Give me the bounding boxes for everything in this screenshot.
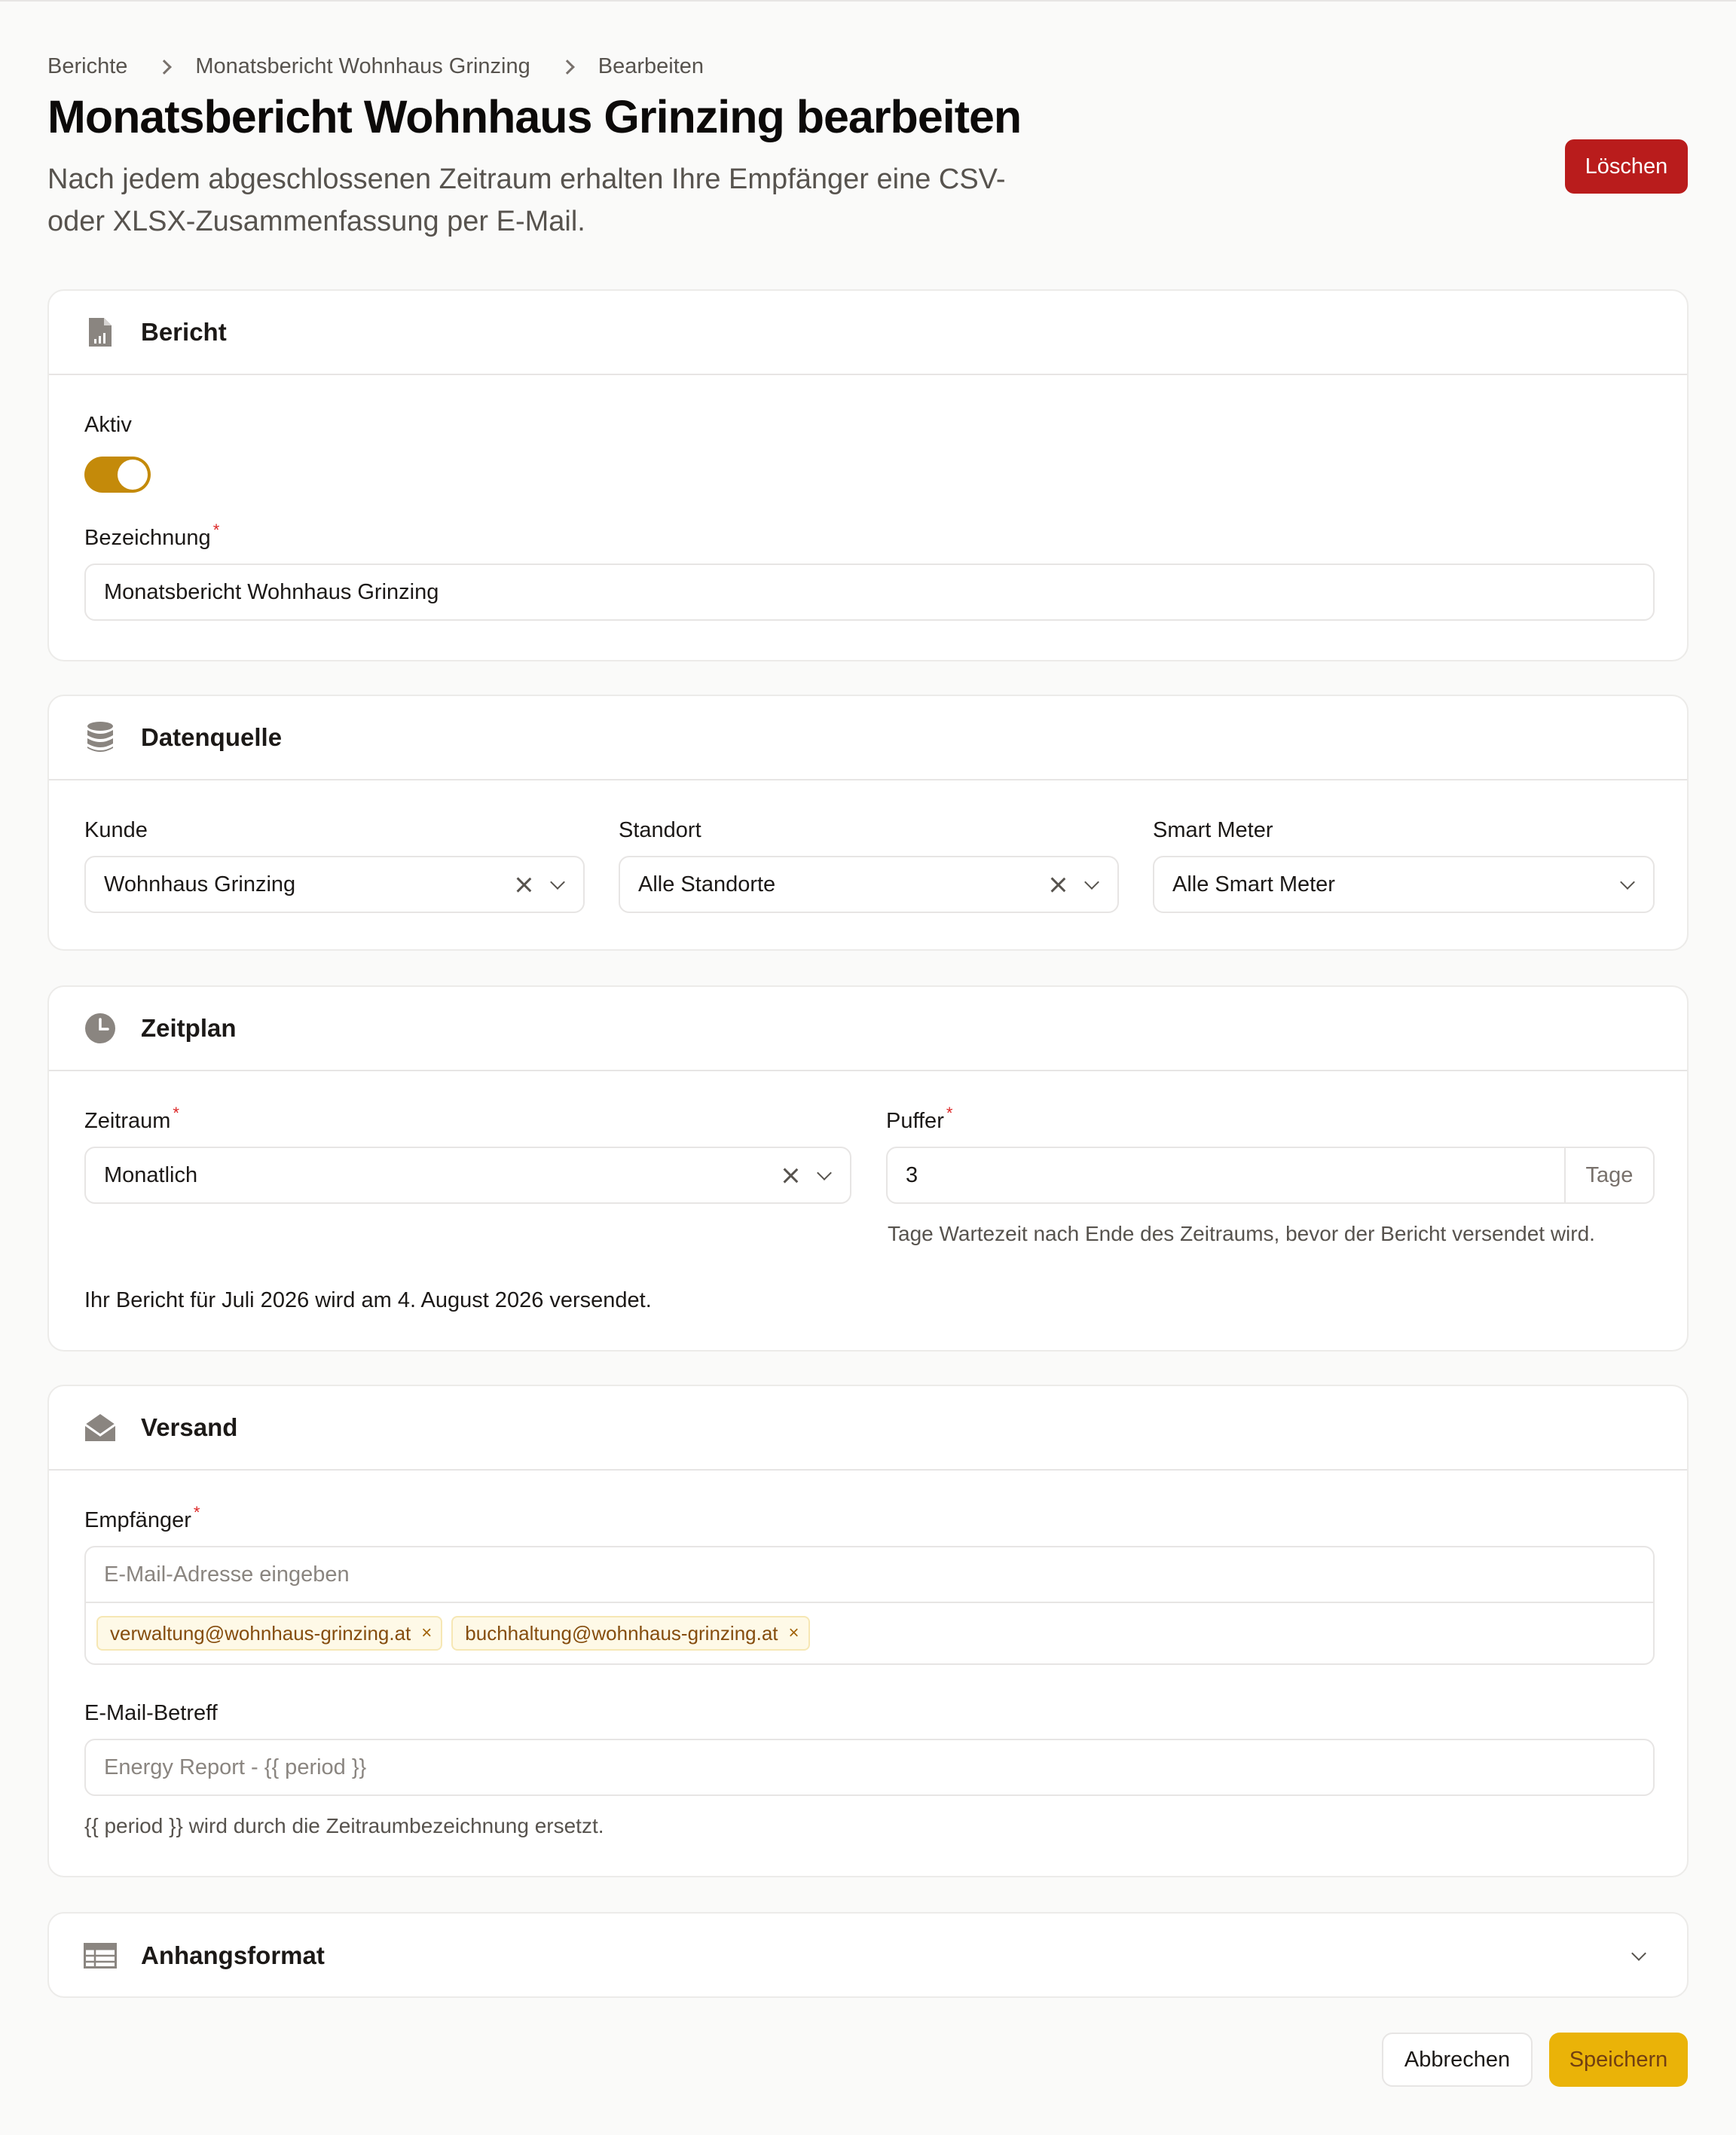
recipient-tags: verwaltung@wohnhaus-grinzing.at × buchha… bbox=[86, 1603, 1653, 1663]
kunde-select[interactable]: Wohnhaus Grinzing bbox=[84, 856, 585, 913]
meter-label: Smart Meter bbox=[1153, 818, 1273, 842]
table-icon bbox=[84, 1939, 117, 1972]
toggle-knob bbox=[118, 460, 148, 490]
name-label: Bezeichnung * bbox=[84, 521, 219, 551]
active-label: Aktiv bbox=[84, 413, 132, 437]
zeitraum-label: Zeitraum * bbox=[84, 1104, 179, 1134]
meter-select[interactable]: Alle Smart Meter bbox=[1153, 856, 1655, 913]
section-header: Datenquelle bbox=[49, 696, 1687, 780]
breadcrumb-item-report[interactable]: Monatsbericht Wohnhaus Grinzing bbox=[195, 54, 530, 79]
section-header: Zeitplan bbox=[49, 987, 1687, 1071]
section-datenquelle: Datenquelle Kunde Wohnhaus Grinzing Stan… bbox=[47, 695, 1689, 951]
page-title: Monatsbericht Wohnhaus Grinzing bearbeit… bbox=[47, 91, 1022, 142]
subject-field[interactable]: Energy Report - {{ period }} bbox=[84, 1739, 1655, 1796]
zeitraum-select[interactable]: Monatlich bbox=[84, 1147, 851, 1204]
standort-label: Standort bbox=[619, 818, 701, 842]
kunde-value: Wohnhaus Grinzing bbox=[104, 872, 296, 896]
meter-value: Alle Smart Meter bbox=[1172, 872, 1335, 896]
clear-icon[interactable] bbox=[515, 876, 532, 893]
required-marker: * bbox=[946, 1104, 953, 1122]
recipient-tag: verwaltung@wohnhaus-grinzing.at × bbox=[96, 1616, 443, 1651]
remove-tag-icon[interactable]: × bbox=[421, 1623, 432, 1644]
recipients-field: E-Mail-Adresse eingeben verwaltung@wohnh… bbox=[84, 1546, 1655, 1665]
breadcrumb: Berichte Monatsbericht Wohnhaus Grinzing… bbox=[47, 51, 704, 81]
cancel-button[interactable]: Abbrechen bbox=[1382, 2033, 1533, 2087]
required-marker: * bbox=[193, 1503, 200, 1522]
clear-icon[interactable] bbox=[782, 1167, 799, 1184]
clear-icon[interactable] bbox=[1050, 876, 1066, 893]
report-edit-page: Berichte Monatsbericht Wohnhaus Grinzing… bbox=[0, 2, 1736, 2135]
standort-select[interactable]: Alle Standorte bbox=[619, 856, 1119, 913]
select-controls bbox=[782, 1148, 833, 1202]
mail-open-icon bbox=[84, 1411, 117, 1444]
section-versand: Versand Empfänger * E-Mail-Adresse eingeb… bbox=[47, 1385, 1689, 1877]
chevron-down-icon[interactable] bbox=[1630, 1947, 1648, 1965]
section-title: Zeitplan bbox=[141, 1014, 237, 1042]
name-label-text: Bezeichnung bbox=[84, 526, 211, 550]
section-title: Versand bbox=[141, 1413, 238, 1441]
select-controls bbox=[1618, 857, 1637, 912]
puffer-field[interactable]: 3 Tage bbox=[886, 1147, 1655, 1204]
recipient-tag: buchhaltung@wohnhaus-grinzing.at × bbox=[451, 1616, 810, 1651]
zeitraum-value: Monatlich bbox=[104, 1162, 198, 1187]
delete-button[interactable]: Löschen bbox=[1565, 139, 1688, 194]
database-icon bbox=[84, 721, 117, 754]
breadcrumb-item-berichte[interactable]: Berichte bbox=[47, 54, 127, 79]
section-header: Versand bbox=[49, 1386, 1687, 1471]
select-controls bbox=[1050, 857, 1101, 912]
section-header[interactable]: Anhangsformat bbox=[49, 1914, 1687, 1998]
schedule-note: Ihr Bericht für Juli 2026 wird am 4. Aug… bbox=[84, 1288, 652, 1312]
puffer-value: 3 bbox=[906, 1162, 918, 1187]
subject-label: E-Mail-Betreff bbox=[84, 1701, 218, 1725]
puffer-hint: Tage Wartezeit nach Ende des Zeitraums, … bbox=[888, 1222, 1595, 1245]
required-marker: * bbox=[173, 1104, 179, 1122]
select-controls bbox=[515, 857, 567, 912]
zeitraum-label-text: Zeitraum bbox=[84, 1109, 171, 1133]
report-file-icon bbox=[84, 316, 117, 349]
puffer-label-text: Puffer bbox=[886, 1109, 944, 1133]
recipients-label: Empfänger * bbox=[84, 1503, 200, 1533]
recipients-label-text: Empfänger bbox=[84, 1508, 191, 1532]
section-title: Anhangsformat bbox=[141, 1941, 325, 1969]
breadcrumb-item-current: Bearbeiten bbox=[598, 53, 704, 78]
clock-icon bbox=[84, 1012, 117, 1045]
kunde-label: Kunde bbox=[84, 818, 148, 842]
save-button[interactable]: Speichern bbox=[1549, 2033, 1688, 2087]
section-header: Bericht bbox=[49, 291, 1687, 375]
page-subtitle: Nach jedem abgeschlossenen Zeitraum erha… bbox=[47, 163, 1006, 237]
chevron-right-icon bbox=[157, 60, 170, 72]
recipients-placeholder: E-Mail-Adresse eingeben bbox=[104, 1562, 350, 1587]
recipient-email: buchhaltung@wohnhaus-grinzing.at bbox=[465, 1621, 778, 1645]
section-zeitplan: Zeitplan Zeitraum * Monatlich Puffer * 3 T… bbox=[47, 985, 1689, 1352]
subject-hint: {{ period }} wird durch die Zeitraumbeze… bbox=[84, 1814, 604, 1837]
puffer-label: Puffer * bbox=[886, 1104, 952, 1134]
recipients-input[interactable]: E-Mail-Adresse eingeben bbox=[86, 1547, 1653, 1603]
chevron-down-icon[interactable] bbox=[549, 875, 567, 893]
chevron-down-icon[interactable] bbox=[1083, 875, 1101, 893]
section-title: Datenquelle bbox=[141, 723, 283, 751]
chevron-down-icon[interactable] bbox=[1618, 875, 1637, 893]
section-title: Bericht bbox=[141, 318, 227, 346]
section-anhangsformat[interactable]: Anhangsformat bbox=[47, 1912, 1689, 1998]
subject-placeholder: Energy Report - {{ period }} bbox=[104, 1755, 367, 1779]
section-bericht: Bericht Aktiv Bezeichnung * Monatsbericht… bbox=[47, 289, 1689, 661]
recipient-email: verwaltung@wohnhaus-grinzing.at bbox=[110, 1621, 411, 1645]
name-value: Monatsbericht Wohnhaus Grinzing bbox=[104, 579, 439, 604]
puffer-unit: Tage bbox=[1564, 1148, 1653, 1202]
remove-tag-icon[interactable]: × bbox=[789, 1623, 799, 1644]
chevron-down-icon[interactable] bbox=[815, 1166, 833, 1184]
standort-value: Alle Standorte bbox=[638, 872, 776, 896]
name-field[interactable]: Monatsbericht Wohnhaus Grinzing bbox=[84, 564, 1655, 621]
required-marker: * bbox=[212, 521, 220, 539]
active-toggle[interactable] bbox=[84, 457, 151, 493]
chevron-right-icon bbox=[561, 60, 573, 72]
